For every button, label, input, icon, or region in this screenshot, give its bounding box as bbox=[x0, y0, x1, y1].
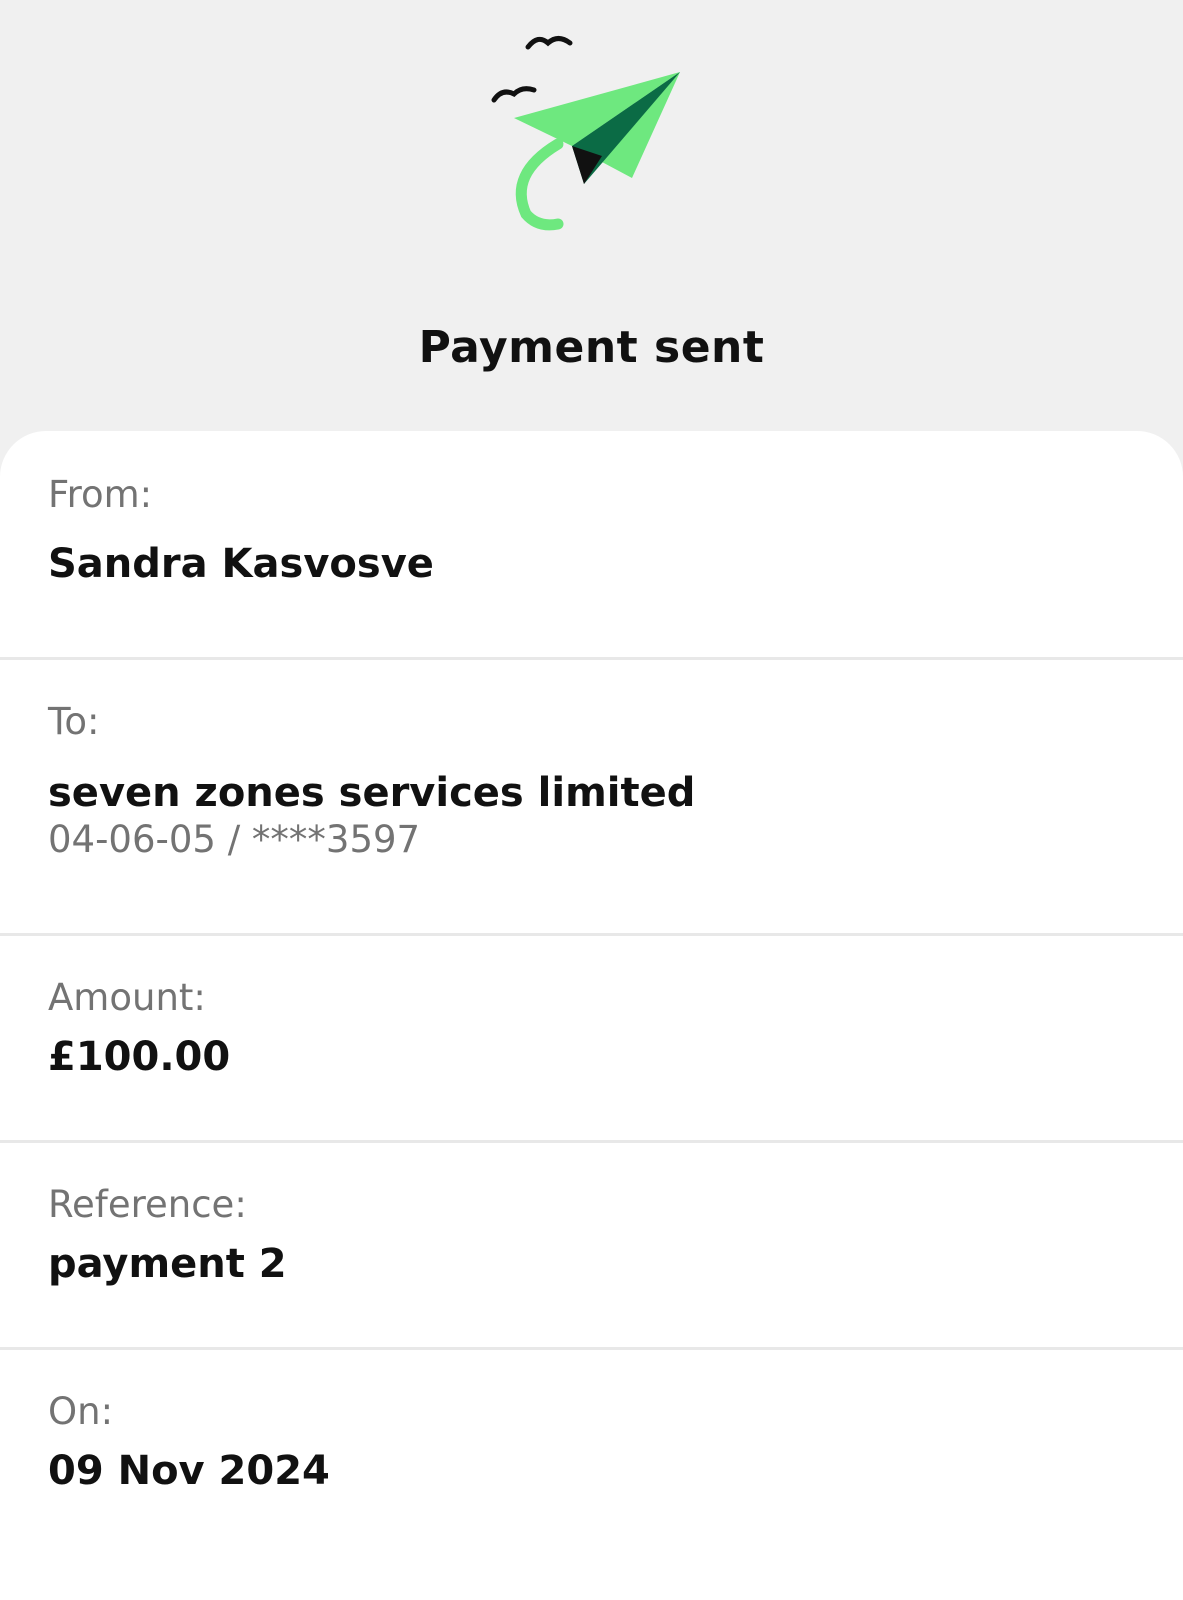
header: Payment sent bbox=[0, 0, 1183, 432]
amount-row: Amount: £100.00 bbox=[0, 936, 1183, 1143]
reference-label: Reference: bbox=[48, 1183, 247, 1226]
date-label: On: bbox=[48, 1390, 114, 1433]
paper-plane-icon bbox=[491, 36, 680, 231]
amount-label: Amount: bbox=[48, 976, 206, 1019]
date-value: 09 Nov 2024 bbox=[48, 1448, 330, 1494]
page-title: Payment sent bbox=[418, 322, 765, 373]
amount-value: £100.00 bbox=[48, 1034, 231, 1080]
payment-details-card: From: Sandra Kasvosve To: seven zones se… bbox=[0, 431, 1183, 1600]
from-value: Sandra Kasvosve bbox=[48, 541, 434, 587]
from-label: From: bbox=[48, 473, 153, 516]
from-row: From: Sandra Kasvosve bbox=[0, 431, 1183, 660]
date-row: On: 09 Nov 2024 bbox=[0, 1350, 1183, 1600]
to-label: To: bbox=[48, 700, 100, 743]
reference-row: Reference: payment 2 bbox=[0, 1143, 1183, 1350]
to-row: To: seven zones services limited 04-06-0… bbox=[0, 660, 1183, 936]
account-details: 04-06-05 / ****3597 bbox=[48, 818, 421, 861]
to-value: seven zones services limited bbox=[48, 770, 696, 816]
reference-value: payment 2 bbox=[48, 1241, 287, 1287]
